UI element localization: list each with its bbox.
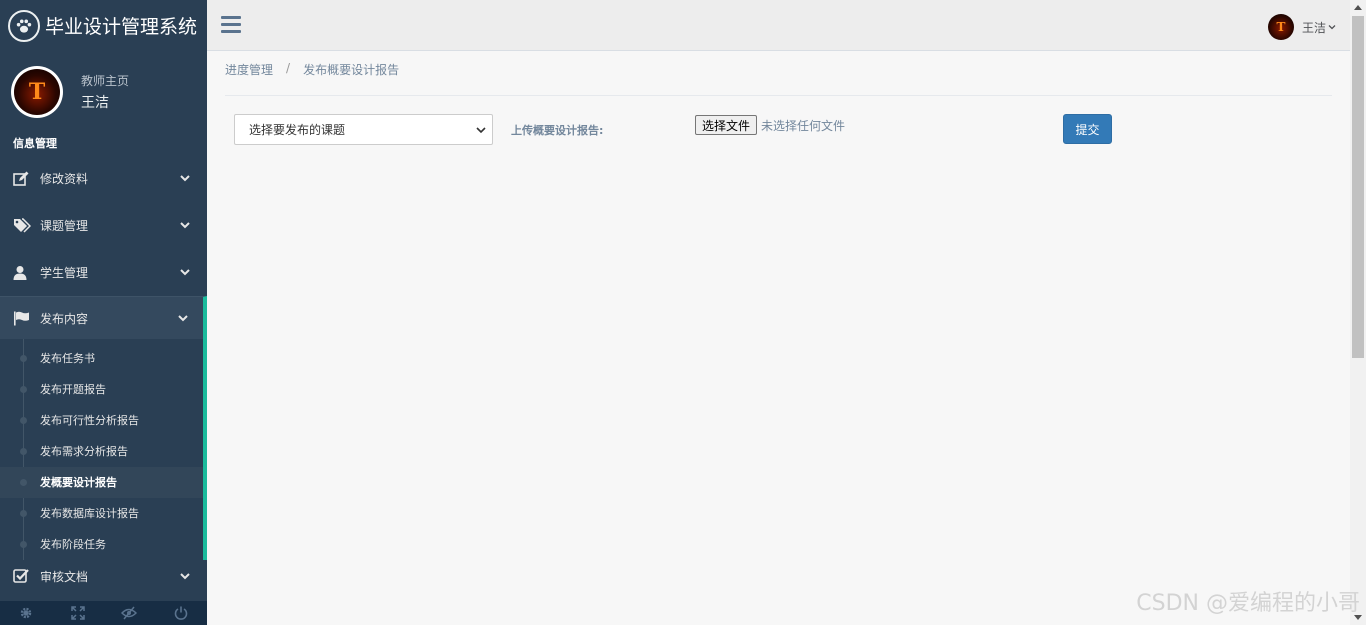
profile: T 教师主页 王洁 — [0, 51, 207, 133]
chevron-down-icon — [1328, 25, 1336, 30]
file-status: 未选择任何文件 — [761, 118, 846, 133]
avatar-letter: T — [14, 69, 60, 115]
submit-button[interactable]: 提交 — [1063, 114, 1112, 144]
sidebar-item-label: 课题管理 — [40, 219, 89, 233]
logout-button[interactable] — [155, 601, 207, 625]
topic-select[interactable]: 选择要发布的课题 — [234, 114, 493, 145]
brand[interactable]: 毕业设计管理系统 — [0, 0, 207, 51]
submenu-item-database-design-report[interactable]: 发布数据库设计报告 — [0, 498, 203, 529]
submenu-item-task-book[interactable]: 发布任务书 — [0, 343, 203, 374]
top-navbar: T 王洁 — [207, 0, 1350, 51]
chevron-down-icon — [180, 269, 190, 276]
profile-name: 王洁 — [81, 95, 109, 111]
scroll-thumb[interactable] — [1352, 16, 1364, 358]
tags-icon — [13, 217, 31, 234]
chevron-down-icon — [180, 573, 190, 580]
sidebar-item-label: 发布内容 — [40, 311, 89, 326]
upload-label: 上传概要设计报告: — [511, 124, 604, 137]
menu-section-title: 信息管理 — [13, 137, 57, 150]
sidebar-item-label: 修改资料 — [40, 172, 89, 186]
user-icon — [13, 265, 31, 281]
check-square-icon — [13, 568, 31, 584]
paw-icon — [8, 9, 40, 42]
edit-icon — [13, 171, 31, 187]
watermark: CSDN @爱编程的小哥 — [1136, 591, 1360, 616]
divider — [225, 95, 1332, 96]
breadcrumb-separator: / — [286, 61, 291, 75]
menu-toggle-icon[interactable] — [221, 16, 241, 34]
flag-icon — [13, 310, 31, 326]
publish-submenu: 发布任务书 发布开题报告 发布可行性分析报告 发布需求分析报告 发概要设计报告 … — [0, 339, 207, 560]
breadcrumb: 进度管理 / 发布概要设计报告 — [225, 61, 399, 78]
hide-icon — [121, 606, 138, 620]
sidebar-item-edit-profile[interactable]: 修改资料 — [0, 155, 207, 202]
power-icon — [174, 606, 188, 620]
sidebar: 毕业设计管理系统 T 教师主页 王洁 信息管理 修改资料 课题管理 学生管理 发… — [0, 0, 207, 625]
settings-icon — [20, 607, 32, 619]
sidebar-footer — [0, 601, 207, 625]
scrollbar[interactable] — [1350, 0, 1366, 625]
submenu-item-requirements-report[interactable]: 发布需求分析报告 — [0, 436, 203, 467]
app-title: 毕业设计管理系统 — [45, 16, 198, 38]
scroll-up-icon[interactable] — [1354, 5, 1362, 10]
chevron-down-icon — [476, 127, 486, 134]
chevron-down-icon — [178, 315, 188, 322]
submenu-item-stage-task[interactable]: 发布阶段任务 — [0, 529, 203, 560]
user-avatar: T — [1267, 14, 1294, 40]
breadcrumb-current: 发布概要设计报告 — [303, 63, 400, 77]
submenu-item-outline-design-report[interactable]: 发概要设计报告 — [0, 467, 203, 498]
settings-button[interactable] — [0, 601, 52, 625]
sidebar-item-topic-management[interactable]: 课题管理 — [0, 202, 207, 249]
profile-role: 教师主页 — [81, 74, 130, 88]
choose-file-button[interactable]: 选择文件 — [695, 115, 758, 135]
submenu-item-opening-report[interactable]: 发布开题报告 — [0, 374, 203, 405]
sidebar-item-student-management[interactable]: 学生管理 — [0, 249, 207, 296]
sidebar-item-review-documents[interactable]: 审核文档 — [0, 560, 207, 592]
fullscreen-button[interactable] — [52, 601, 104, 625]
chevron-down-icon — [180, 175, 190, 182]
sidebar-item-label: 学生管理 — [40, 266, 89, 280]
chevron-down-icon — [180, 222, 190, 229]
submenu-item-feasibility-report[interactable]: 发布可行性分析报告 — [0, 405, 203, 436]
avatar: T — [11, 66, 63, 118]
topic-select-value: 选择要发布的课题 — [249, 123, 346, 137]
breadcrumb-parent[interactable]: 进度管理 — [225, 61, 273, 78]
hide-button[interactable] — [104, 601, 156, 625]
user-dropdown[interactable]: T 王洁 — [1267, 14, 1336, 40]
sidebar-item-label: 审核文档 — [40, 569, 89, 584]
main-content: 进度管理 / 发布概要设计报告 选择要发布的课题 上传概要设计报告: 选择文件 … — [207, 51, 1350, 625]
user-name: 王洁 — [1301, 20, 1326, 35]
sidebar-item-publish-content[interactable]: 发布内容 — [0, 296, 207, 339]
fullscreen-icon — [70, 606, 85, 620]
file-input[interactable]: 选择文件 未选择任何文件 — [695, 115, 845, 135]
